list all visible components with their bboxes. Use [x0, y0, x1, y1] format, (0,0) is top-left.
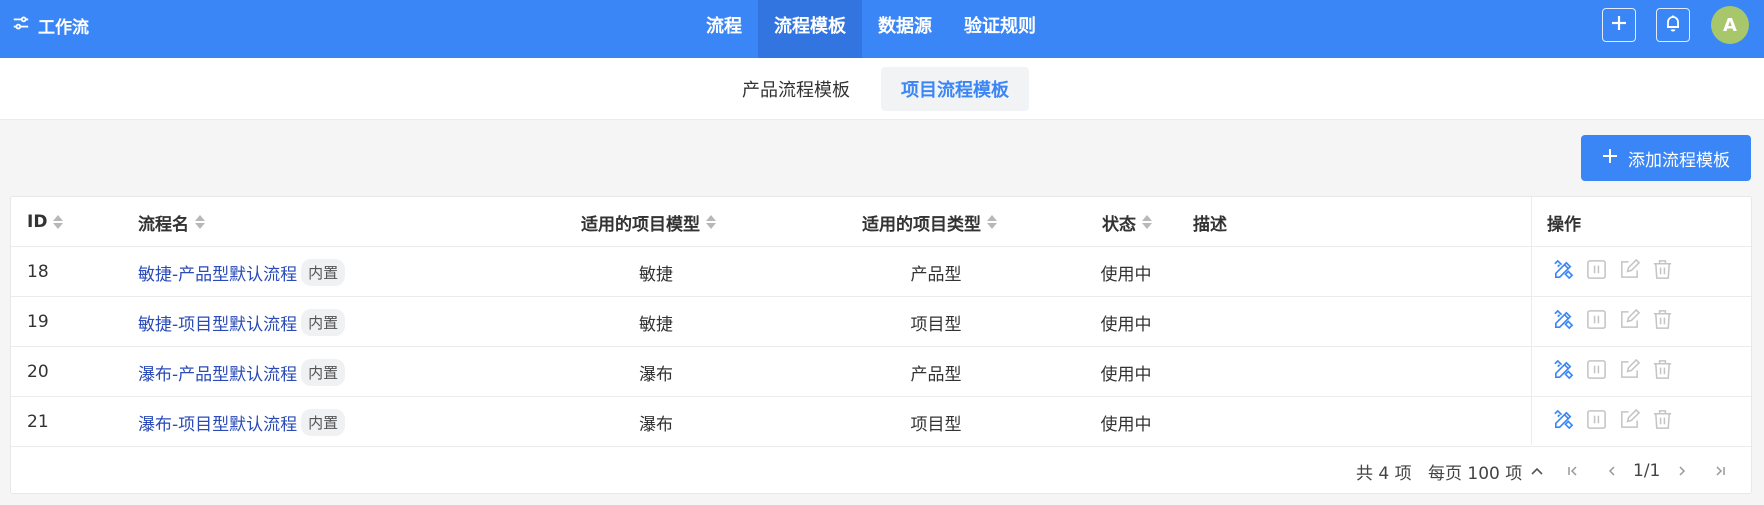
table-row: 20 瀑布-产品型默认流程 内置 瀑布 产品型 使用中: [11, 347, 1751, 397]
row-operations: [1552, 297, 1674, 347]
nav-item-datasource[interactable]: 数据源: [862, 0, 948, 58]
edit-icon[interactable]: [1618, 408, 1641, 436]
plus-icon: [1609, 13, 1629, 38]
column-header-model[interactable]: 适用的项目模型: [581, 197, 716, 247]
edit-icon[interactable]: [1618, 358, 1641, 386]
last-page-button[interactable]: [1713, 447, 1727, 495]
add-flow-template-button[interactable]: 添加流程模板: [1581, 135, 1751, 181]
row-type: 产品型: [910, 264, 962, 285]
column-header-status[interactable]: 状态: [1102, 197, 1152, 247]
row-model: 敏捷: [639, 264, 673, 285]
row-name-cell: 敏捷-产品型默认流程 内置: [138, 247, 346, 297]
delete-icon[interactable]: [1651, 308, 1674, 336]
user-avatar[interactable]: A: [1711, 6, 1749, 44]
table-row: 19 敏捷-项目型默认流程 内置 敏捷 项目型 使用中: [11, 297, 1751, 347]
design-flow-icon[interactable]: [1552, 308, 1575, 336]
top-navbar: 工作流 流程 流程模板 数据源 验证规则 A: [0, 0, 1764, 58]
sort-icon[interactable]: [987, 215, 997, 229]
column-header-name[interactable]: 流程名: [138, 197, 205, 247]
flow-name-link[interactable]: 敏捷-产品型默认流程: [138, 260, 297, 285]
column-header-operations: 操作: [1547, 214, 1581, 235]
flow-template-table: ID 流程名 适用的项目模型 适用的项目类型 状态 描述 操作 18 敏捷-产品…: [10, 196, 1752, 494]
prev-page-button[interactable]: [1605, 447, 1619, 495]
chevron-left-icon: [1605, 464, 1619, 478]
sort-icon[interactable]: [1142, 215, 1152, 229]
column-header-id[interactable]: ID: [27, 197, 64, 247]
delete-icon[interactable]: [1651, 358, 1674, 386]
bell-icon: [1663, 13, 1683, 38]
pause-icon[interactable]: [1585, 408, 1608, 436]
row-operations: [1552, 347, 1674, 397]
chevron-right-icon: [1675, 464, 1689, 478]
row-type: 项目型: [910, 314, 962, 335]
builtin-tag: 内置: [301, 358, 346, 386]
row-model: 敏捷: [639, 314, 673, 335]
builtin-tag: 内置: [301, 408, 346, 436]
tab-project-flow-template[interactable]: 项目流程模板: [881, 67, 1029, 111]
row-model: 瀑布: [639, 364, 673, 385]
sort-icon[interactable]: [53, 215, 64, 229]
pagination: 共 4 项 每页 100 项 1/1: [11, 447, 1751, 495]
plus-icon: [1602, 148, 1618, 169]
row-id: 21: [27, 412, 49, 432]
builtin-tag: 内置: [301, 258, 346, 286]
first-page-button[interactable]: [1566, 447, 1580, 495]
design-flow-icon[interactable]: [1552, 358, 1575, 386]
nav-item-flow-template[interactable]: 流程模板: [758, 0, 862, 58]
delete-icon[interactable]: [1651, 258, 1674, 286]
row-name-cell: 瀑布-产品型默认流程 内置: [138, 347, 346, 397]
row-status: 使用中: [1100, 364, 1152, 385]
row-operations: [1552, 247, 1674, 297]
app-brand[interactable]: 工作流: [12, 0, 89, 50]
table-header: ID 流程名 适用的项目模型 适用的项目类型 状态 描述 操作: [11, 197, 1751, 247]
row-type: 项目型: [910, 414, 962, 435]
workflow-icon: [12, 14, 30, 37]
notifications-button[interactable]: [1656, 8, 1690, 42]
nav-item-flow[interactable]: 流程: [690, 0, 758, 58]
flow-name-link[interactable]: 敏捷-项目型默认流程: [138, 310, 297, 335]
row-name-cell: 瀑布-项目型默认流程 内置: [138, 397, 346, 447]
last-page-icon: [1713, 464, 1727, 478]
table-row: 18 敏捷-产品型默认流程 内置 敏捷 产品型 使用中: [11, 247, 1751, 297]
page-size-select[interactable]: 每页 100 项: [1428, 447, 1544, 495]
chevron-up-icon: [1530, 464, 1544, 478]
create-button[interactable]: [1602, 8, 1636, 42]
edit-icon[interactable]: [1618, 258, 1641, 286]
row-operations: [1552, 397, 1674, 447]
design-flow-icon[interactable]: [1552, 408, 1575, 436]
row-name-cell: 敏捷-项目型默认流程 内置: [138, 297, 346, 347]
table-row: 21 瀑布-项目型默认流程 内置 瀑布 项目型 使用中: [11, 397, 1751, 447]
next-page-button[interactable]: [1675, 447, 1689, 495]
row-model: 瀑布: [639, 414, 673, 435]
row-id: 18: [27, 262, 49, 282]
nav-item-validation-rules[interactable]: 验证规则: [948, 0, 1052, 58]
template-subtabs: 产品流程模板 项目流程模板: [0, 58, 1764, 120]
row-type: 产品型: [910, 364, 962, 385]
sort-icon[interactable]: [706, 215, 716, 229]
sort-icon[interactable]: [195, 215, 205, 229]
edit-icon[interactable]: [1618, 308, 1641, 336]
pause-icon[interactable]: [1585, 258, 1608, 286]
app-title: 工作流: [38, 17, 89, 38]
add-flow-template-label: 添加流程模板: [1628, 150, 1730, 171]
builtin-tag: 内置: [301, 308, 346, 336]
row-status: 使用中: [1100, 414, 1152, 435]
column-header-type[interactable]: 适用的项目类型: [862, 197, 997, 247]
row-id: 20: [27, 362, 49, 382]
row-id: 19: [27, 312, 49, 332]
flow-name-link[interactable]: 瀑布-项目型默认流程: [138, 410, 297, 435]
row-status: 使用中: [1100, 314, 1152, 335]
pause-icon[interactable]: [1585, 308, 1608, 336]
flow-name-link[interactable]: 瀑布-产品型默认流程: [138, 360, 297, 385]
pagination-total: 共 4 项: [1356, 463, 1412, 484]
main-nav: 流程 流程模板 数据源 验证规则: [690, 0, 1052, 58]
column-header-description: 描述: [1193, 214, 1227, 235]
page-indicator: 1/1: [1633, 461, 1661, 481]
first-page-icon: [1566, 464, 1580, 478]
tab-product-flow-template[interactable]: 产品流程模板: [722, 67, 870, 111]
pause-icon[interactable]: [1585, 358, 1608, 386]
delete-icon[interactable]: [1651, 408, 1674, 436]
design-flow-icon[interactable]: [1552, 258, 1575, 286]
row-status: 使用中: [1100, 264, 1152, 285]
